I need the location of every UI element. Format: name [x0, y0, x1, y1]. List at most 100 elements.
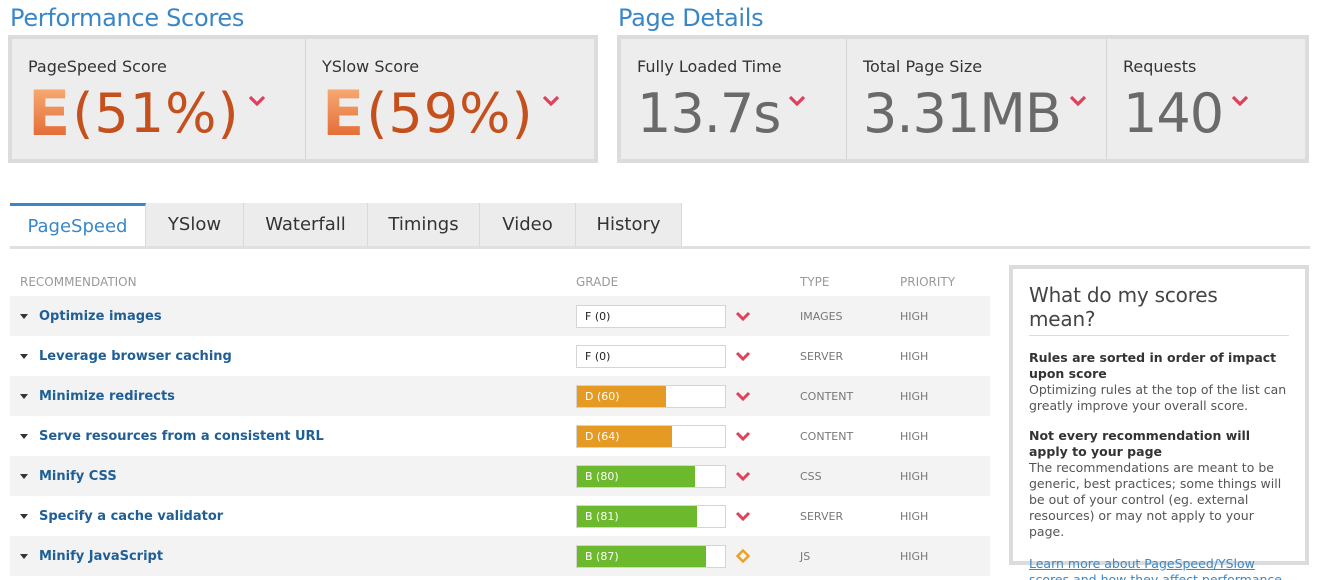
- chevron-down-icon: [248, 95, 265, 107]
- recommendation-link[interactable]: Minify JavaScript: [39, 549, 163, 564]
- recommendation-link[interactable]: Serve resources from a consistent URL: [39, 429, 324, 444]
- pagespeed-percent: (51%): [72, 82, 240, 145]
- grade-cell: D (64): [576, 424, 800, 448]
- pagespeed-grade: E: [28, 77, 71, 150]
- header-priority: PRIORITY: [900, 275, 956, 289]
- grade-value: F (0): [585, 349, 611, 363]
- chevron-down-icon: [542, 95, 559, 107]
- tab-waterfall[interactable]: Waterfall: [244, 203, 368, 246]
- grade-bar: B (80): [576, 464, 726, 488]
- grade-value: B (80): [585, 469, 619, 483]
- help-heading-applicability: Not every recommendation will apply to y…: [1029, 428, 1251, 459]
- grade-cell: F (0): [576, 304, 800, 328]
- recommendation-link[interactable]: Minimize redirects: [39, 389, 175, 404]
- grade-cell: B (80): [576, 464, 800, 488]
- type-cell: SERVER: [800, 349, 844, 363]
- tab-video[interactable]: Video: [480, 203, 576, 246]
- requests-label: Requests: [1123, 57, 1197, 76]
- tab-timings[interactable]: Timings: [368, 203, 480, 246]
- grade-value: F (0): [585, 309, 611, 323]
- diamond-icon: [735, 549, 751, 563]
- expand-caret-icon[interactable]: [20, 353, 28, 359]
- table-row: Leverage browser caching F (0) SERVER HIGH: [10, 336, 990, 376]
- fully-loaded-time-value: 13.7s: [637, 82, 781, 145]
- grade-bar: F (0): [576, 344, 726, 368]
- yslow-grade: E: [322, 77, 365, 150]
- chevron-down-icon: [735, 431, 751, 442]
- scores-help-panel: What do my scores mean? Rules are sorted…: [1009, 265, 1309, 580]
- grade-cell: D (60): [576, 384, 800, 408]
- help-heading-sorting: Rules are sorted in order of impact upon…: [1029, 350, 1277, 381]
- chevron-down-icon: [735, 511, 751, 522]
- type-cell: IMAGES: [800, 309, 843, 323]
- table-header: RECOMMENDATION GRADE TYPE PRIORITY: [10, 268, 990, 296]
- recommendation-cell: Minify JavaScript: [10, 549, 576, 564]
- type-cell: CSS: [800, 469, 822, 483]
- help-text-sorting: Optimizing rules at the top of the list …: [1029, 382, 1287, 413]
- performance-scores-panel: PageSpeed Score E (51%) YSlow Score E (5…: [8, 35, 598, 163]
- chevron-down-icon: [1069, 95, 1087, 107]
- grade-value: D (60): [585, 389, 620, 403]
- total-page-size-card: Total Page Size 3.31MB: [847, 39, 1107, 159]
- type-cell: SERVER: [800, 509, 844, 523]
- priority-cell: HIGH: [900, 389, 929, 403]
- expand-caret-icon[interactable]: [20, 513, 28, 519]
- expand-caret-icon[interactable]: [20, 393, 28, 399]
- priority-cell: HIGH: [900, 509, 929, 523]
- recommendation-cell: Specify a cache validator: [10, 509, 576, 524]
- priority-cell: HIGH: [900, 469, 929, 483]
- grade-value: B (87): [585, 549, 619, 563]
- table-body: Optimize images F (0) IMAGES HIGH Leverage b…: [10, 296, 990, 576]
- table-row: Specify a cache validator B (81) SERVER HIG…: [10, 496, 990, 536]
- expand-caret-icon[interactable]: [20, 313, 28, 319]
- expand-caret-icon[interactable]: [20, 473, 28, 479]
- type-cell: CONTENT: [800, 429, 854, 443]
- priority-cell: HIGH: [900, 349, 929, 363]
- type-cell: CONTENT: [800, 389, 854, 403]
- chevron-down-icon: [1231, 95, 1249, 107]
- total-page-size-label: Total Page Size: [863, 57, 983, 76]
- tab-history[interactable]: History: [576, 203, 682, 246]
- chevron-down-icon: [735, 311, 751, 322]
- grade-bar: D (60): [576, 384, 726, 408]
- performance-scores-title: Performance Scores: [10, 4, 245, 32]
- requests-card: Requests 140: [1107, 39, 1305, 159]
- recommendation-cell: Serve resources from a consistent URL: [10, 429, 576, 444]
- priority-cell: HIGH: [900, 429, 929, 443]
- header-recommendation: RECOMMENDATION: [20, 275, 137, 289]
- page-details-panel: Fully Loaded Time 13.7s Total Page Size …: [617, 35, 1309, 163]
- recommendation-link[interactable]: Minify CSS: [39, 469, 117, 484]
- expand-caret-icon[interactable]: [20, 433, 28, 439]
- recommendation-link[interactable]: Leverage browser caching: [39, 349, 232, 364]
- help-title: What do my scores mean?: [1029, 283, 1289, 336]
- yslow-score-card: YSlow Score E (59%): [306, 39, 594, 159]
- grade-cell: B (87): [576, 544, 800, 568]
- recommendation-link[interactable]: Optimize images: [39, 309, 162, 324]
- grade-bar: B (81): [576, 504, 726, 528]
- learn-more-link[interactable]: Learn more about PageSpeed/YSlow scores …: [1029, 556, 1289, 580]
- expand-caret-icon[interactable]: [20, 553, 28, 559]
- recommendation-cell: Optimize images: [10, 309, 576, 324]
- yslow-score-label: YSlow Score: [322, 57, 420, 76]
- tab-yslow[interactable]: YSlow: [146, 203, 244, 246]
- requests-value: 140: [1123, 82, 1224, 145]
- pagespeed-score-label: PageSpeed Score: [28, 57, 167, 76]
- grade-cell: B (81): [576, 504, 800, 528]
- chevron-down-icon: [735, 351, 751, 362]
- report-tabs: PageSpeed YSlow Waterfall Timings Video …: [10, 203, 1310, 249]
- fully-loaded-time-label: Fully Loaded Time: [637, 57, 782, 76]
- help-text-applicability: The recommendations are meant to be gene…: [1029, 460, 1282, 539]
- grade-bar: B (87): [576, 544, 726, 568]
- priority-cell: HIGH: [900, 309, 929, 323]
- table-row: Optimize images F (0) IMAGES HIGH: [10, 296, 990, 336]
- table-row: Minimize redirects D (60) CONTENT HIGH: [10, 376, 990, 416]
- pagespeed-score-card: PageSpeed Score E (51%): [12, 39, 306, 159]
- header-type: TYPE: [800, 275, 830, 289]
- chevron-down-icon: [735, 391, 751, 402]
- tab-pagespeed[interactable]: PageSpeed: [10, 203, 146, 246]
- grade-value: D (64): [585, 429, 620, 443]
- recommendation-link[interactable]: Specify a cache validator: [39, 509, 223, 524]
- total-page-size-value: 3.31MB: [863, 82, 1062, 145]
- chevron-down-icon: [735, 471, 751, 482]
- table-row: Minify JavaScript B (87) JS HIGH: [10, 536, 990, 576]
